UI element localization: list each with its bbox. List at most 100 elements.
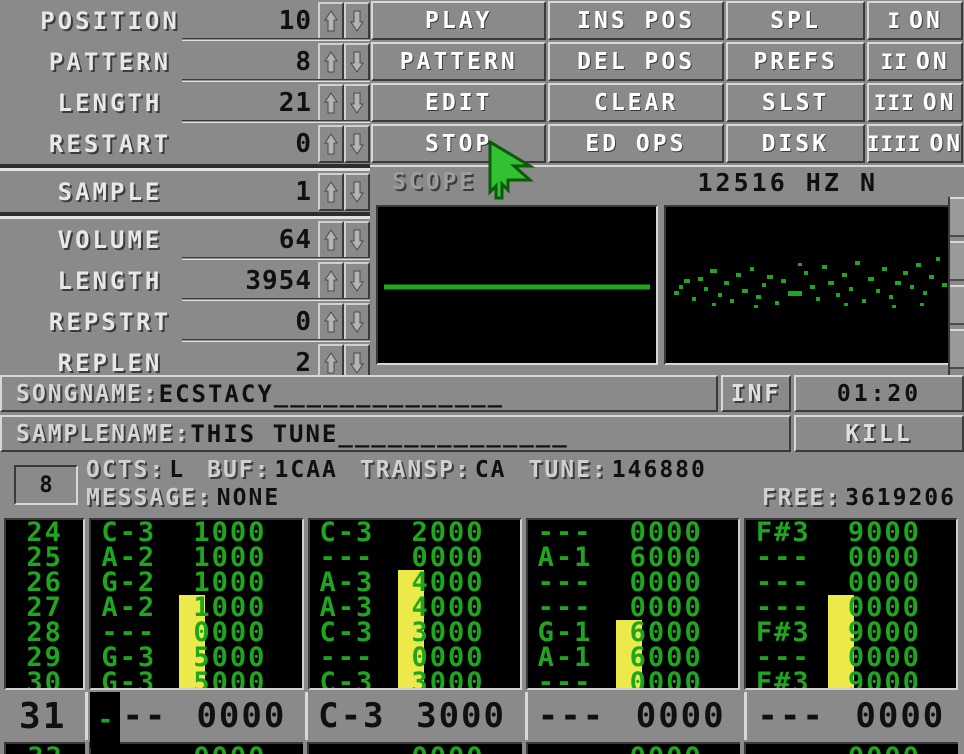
param-value-length[interactable]: 21: [226, 88, 318, 118]
effect: 5000: [193, 667, 267, 690]
scrollbar-segment[interactable]: [950, 285, 964, 325]
octave-indicator[interactable]: 8: [14, 465, 78, 505]
pattern-button[interactable]: PATTERN: [371, 42, 547, 81]
param-value-sample-length[interactable]: 3954: [226, 266, 318, 296]
param-label-restart: RESTART: [48, 129, 172, 158]
tune-label: TUNE:: [528, 457, 608, 483]
kill-button[interactable]: KILL: [794, 415, 964, 452]
current-row-channel-4[interactable]: --- 0000: [747, 696, 964, 736]
param-row-restart: RESTART 0: [0, 123, 370, 164]
disk-button[interactable]: DISK: [725, 124, 865, 163]
pattern-channel-2[interactable]: C-3 2000 --- 0000 A-3 4000 A-3 4000 C-3 3000 …: [307, 518, 522, 690]
songname-field[interactable]: SONGNAME: ECSTACY______________: [0, 375, 718, 412]
param-value-replen[interactable]: 2: [226, 348, 318, 378]
pattern-channel-1[interactable]: C-3 1000 A-2 1000 G-2 1000 A-2 1000 --- 0000 …: [89, 518, 304, 690]
edit-button[interactable]: EDIT: [371, 83, 547, 122]
transp-value: CA: [474, 457, 507, 483]
scope-scrollbar[interactable]: [948, 197, 964, 375]
length-down-button[interactable]: [344, 83, 370, 122]
repstrt-down-button[interactable]: [344, 302, 370, 341]
buf-value: 1CAA: [274, 457, 338, 483]
length-up-button[interactable]: [318, 83, 344, 122]
param-row-volume: VOLUME 64: [0, 219, 370, 260]
channel-3-toggle[interactable]: III ON: [867, 83, 964, 122]
channel-4-state: ON: [929, 130, 964, 157]
position-down-button[interactable]: [344, 1, 370, 40]
param-value-sample[interactable]: 1: [226, 177, 318, 207]
sample-up-button[interactable]: [318, 172, 344, 211]
pattern-cell: F#3 9000: [746, 667, 956, 690]
prefs-button[interactable]: PREFS: [725, 42, 866, 81]
current-row[interactable]: 31 - -- 0000 C-3 3000 --- 0000 --- 0000: [0, 692, 964, 748]
param-value-repstrt[interactable]: 0: [226, 307, 318, 337]
message-label: MESSAGE:: [86, 485, 213, 511]
clear-button[interactable]: CLEAR: [548, 83, 724, 122]
restart-down-button[interactable]: [344, 124, 370, 163]
effect: 9000: [847, 667, 921, 690]
edit-cursor: -: [90, 692, 121, 748]
del-pos-button[interactable]: DEL POS: [548, 42, 724, 81]
stop-button[interactable]: STOP: [371, 124, 547, 163]
pattern-channel-4[interactable]: F#3 9000 --- 0000 --- 0000 --- 0000 F#3 9000 …: [743, 518, 959, 690]
volume-up-button[interactable]: [318, 220, 344, 259]
scrollbar-segment[interactable]: [950, 241, 964, 281]
octs-label: OCTS:: [86, 457, 166, 483]
param-row-repstrt: REPSTRT 0: [0, 301, 370, 342]
scope-waveform-left[interactable]: [376, 205, 658, 365]
scope-waveform-right[interactable]: [664, 205, 951, 365]
channel-1-toggle[interactable]: I ON: [867, 1, 964, 40]
sample-length-up-button[interactable]: [318, 261, 344, 300]
free-label: FREE:: [761, 485, 842, 511]
param-value-volume[interactable]: 64: [226, 225, 318, 255]
inf-button[interactable]: INF: [721, 375, 791, 412]
volume-down-button[interactable]: [344, 220, 370, 259]
note: ---: [309, 744, 411, 754]
spl-button[interactable]: SPL: [725, 1, 866, 40]
current-row-channel-3[interactable]: --- 0000: [528, 696, 745, 736]
effect: 0000: [855, 696, 946, 736]
sample-down-button[interactable]: [344, 172, 370, 211]
param-value-restart[interactable]: 0: [226, 129, 318, 159]
restart-up-button[interactable]: [318, 124, 344, 163]
slst-button[interactable]: SLST: [725, 83, 866, 122]
param-label-pattern: PATTERN: [48, 47, 172, 76]
effect: 3000: [416, 696, 506, 736]
info-status-panel: 8 OCTS: L BUF: 1CAA TRANSP: CA TUNE: 146…: [0, 456, 964, 514]
command-row: STOP ED OPS DISK IIII ON: [370, 123, 964, 164]
pattern-up-button[interactable]: [318, 42, 344, 81]
pattern-channel-3[interactable]: --- 0000 A-1 6000 --- 0000 --- 0000 G-1 6000 …: [525, 518, 740, 690]
note: ---: [757, 696, 825, 736]
current-row-channel-1[interactable]: - -- 0000: [88, 692, 305, 748]
param-value-position[interactable]: 10: [226, 6, 318, 36]
samplename-field[interactable]: SAMPLENAME: THIS TUNE______________: [0, 415, 791, 452]
next-row-cell: ---0000: [91, 744, 303, 754]
channel-4-toggle[interactable]: IIII ON: [867, 124, 963, 163]
pattern-panels: 24 25 26 27 28 29 30 C-3 1000 A-2 1000 G-2…: [0, 514, 964, 690]
transp-label: TRANSP:: [359, 457, 471, 483]
play-button[interactable]: PLAY: [371, 1, 547, 40]
current-row-channel-2[interactable]: C-3 3000: [308, 696, 525, 736]
command-button-grid: PLAY INS POS SPL I ON PATTERN DEL POS PR…: [370, 0, 964, 165]
repstrt-up-button[interactable]: [318, 302, 344, 341]
param-label-length: LENGTH: [57, 88, 163, 117]
scrollbar-segment[interactable]: [950, 197, 964, 237]
note: ---: [537, 667, 593, 690]
ed-ops-button[interactable]: ED OPS: [548, 124, 724, 163]
info-line-bottom: MESSAGE: NONE FREE: 3619206: [86, 484, 956, 512]
next-row-cell: ---0000: [746, 744, 958, 754]
position-up-button[interactable]: [318, 1, 344, 40]
scope-display-area: [370, 197, 964, 375]
channel-3-state: ON: [922, 89, 957, 116]
songname-value: ECSTACY______________: [158, 379, 505, 408]
channel-2-toggle[interactable]: II ON: [867, 42, 964, 81]
scrollbar-segment[interactable]: [950, 329, 964, 369]
tracker-window: POSITION 10 PATTERN 8 LENGTH 21 RESTART …: [0, 0, 964, 754]
param-value-pattern[interactable]: 8: [226, 47, 318, 77]
row-number-column: 24 25 26 27 28 29 30: [4, 518, 86, 690]
sample-length-down-button[interactable]: [344, 261, 370, 300]
channel-2-number: II: [880, 49, 908, 74]
pattern-down-button[interactable]: [344, 42, 370, 81]
param-label-sample-length: LENGTH: [57, 266, 163, 295]
ins-pos-button[interactable]: INS POS: [548, 1, 724, 40]
scope-label[interactable]: SCOPE: [370, 169, 476, 195]
